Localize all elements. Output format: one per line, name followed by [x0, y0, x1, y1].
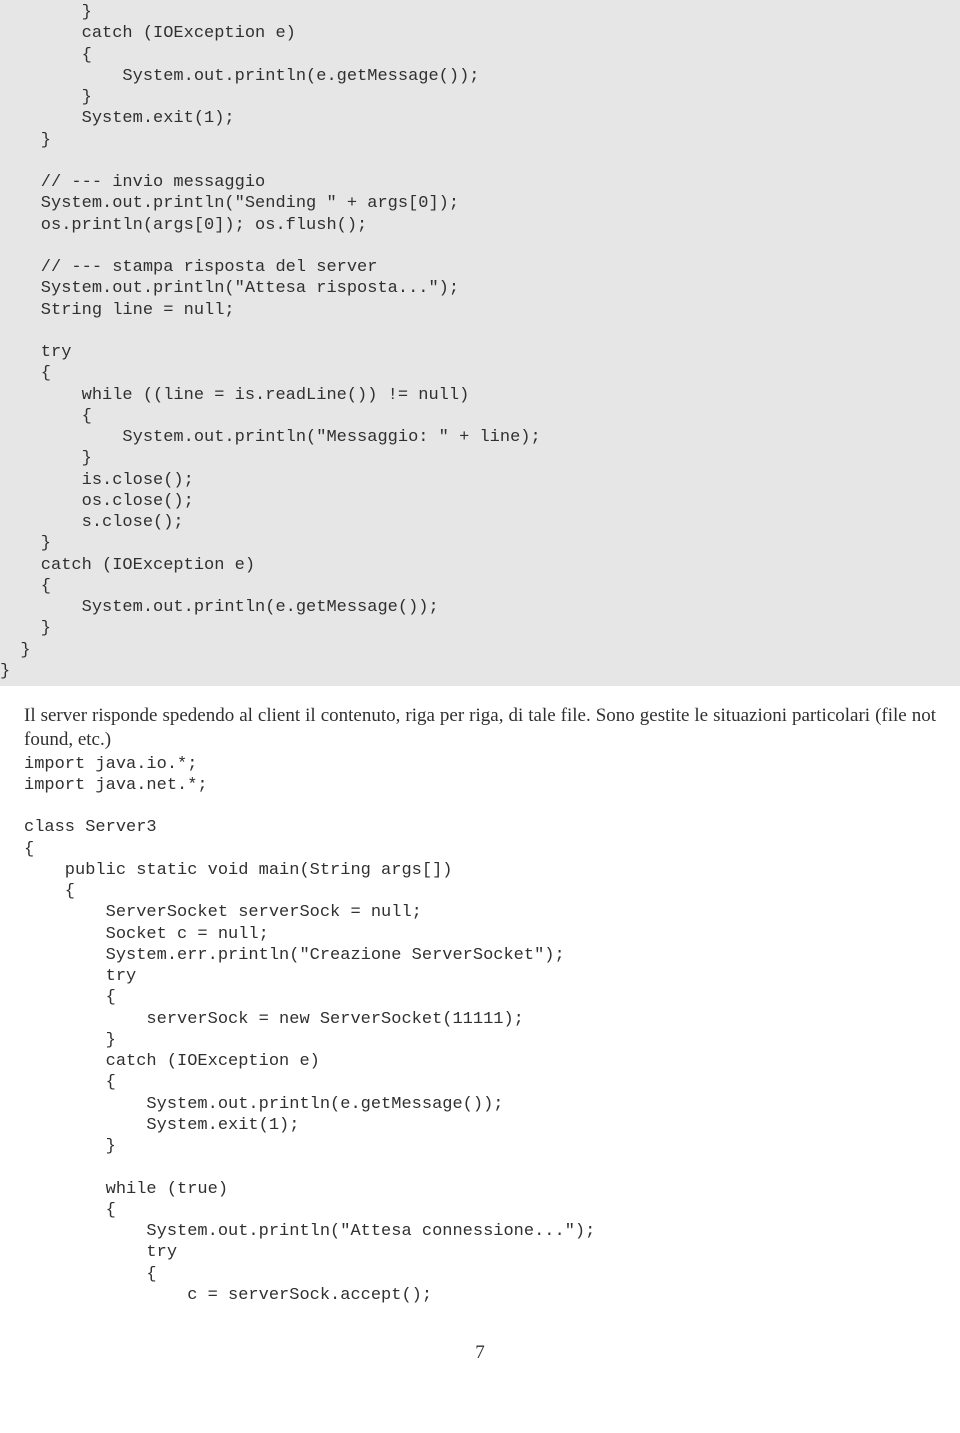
code-block-2: import java.io.*; import java.net.*; cla…: [0, 754, 960, 1307]
code-block-1: } catch (IOException e) { System.out.pri…: [0, 0, 960, 686]
paragraph-description: Il server risponde spedendo al client il…: [0, 686, 960, 754]
page-number: 7: [0, 1306, 960, 1364]
